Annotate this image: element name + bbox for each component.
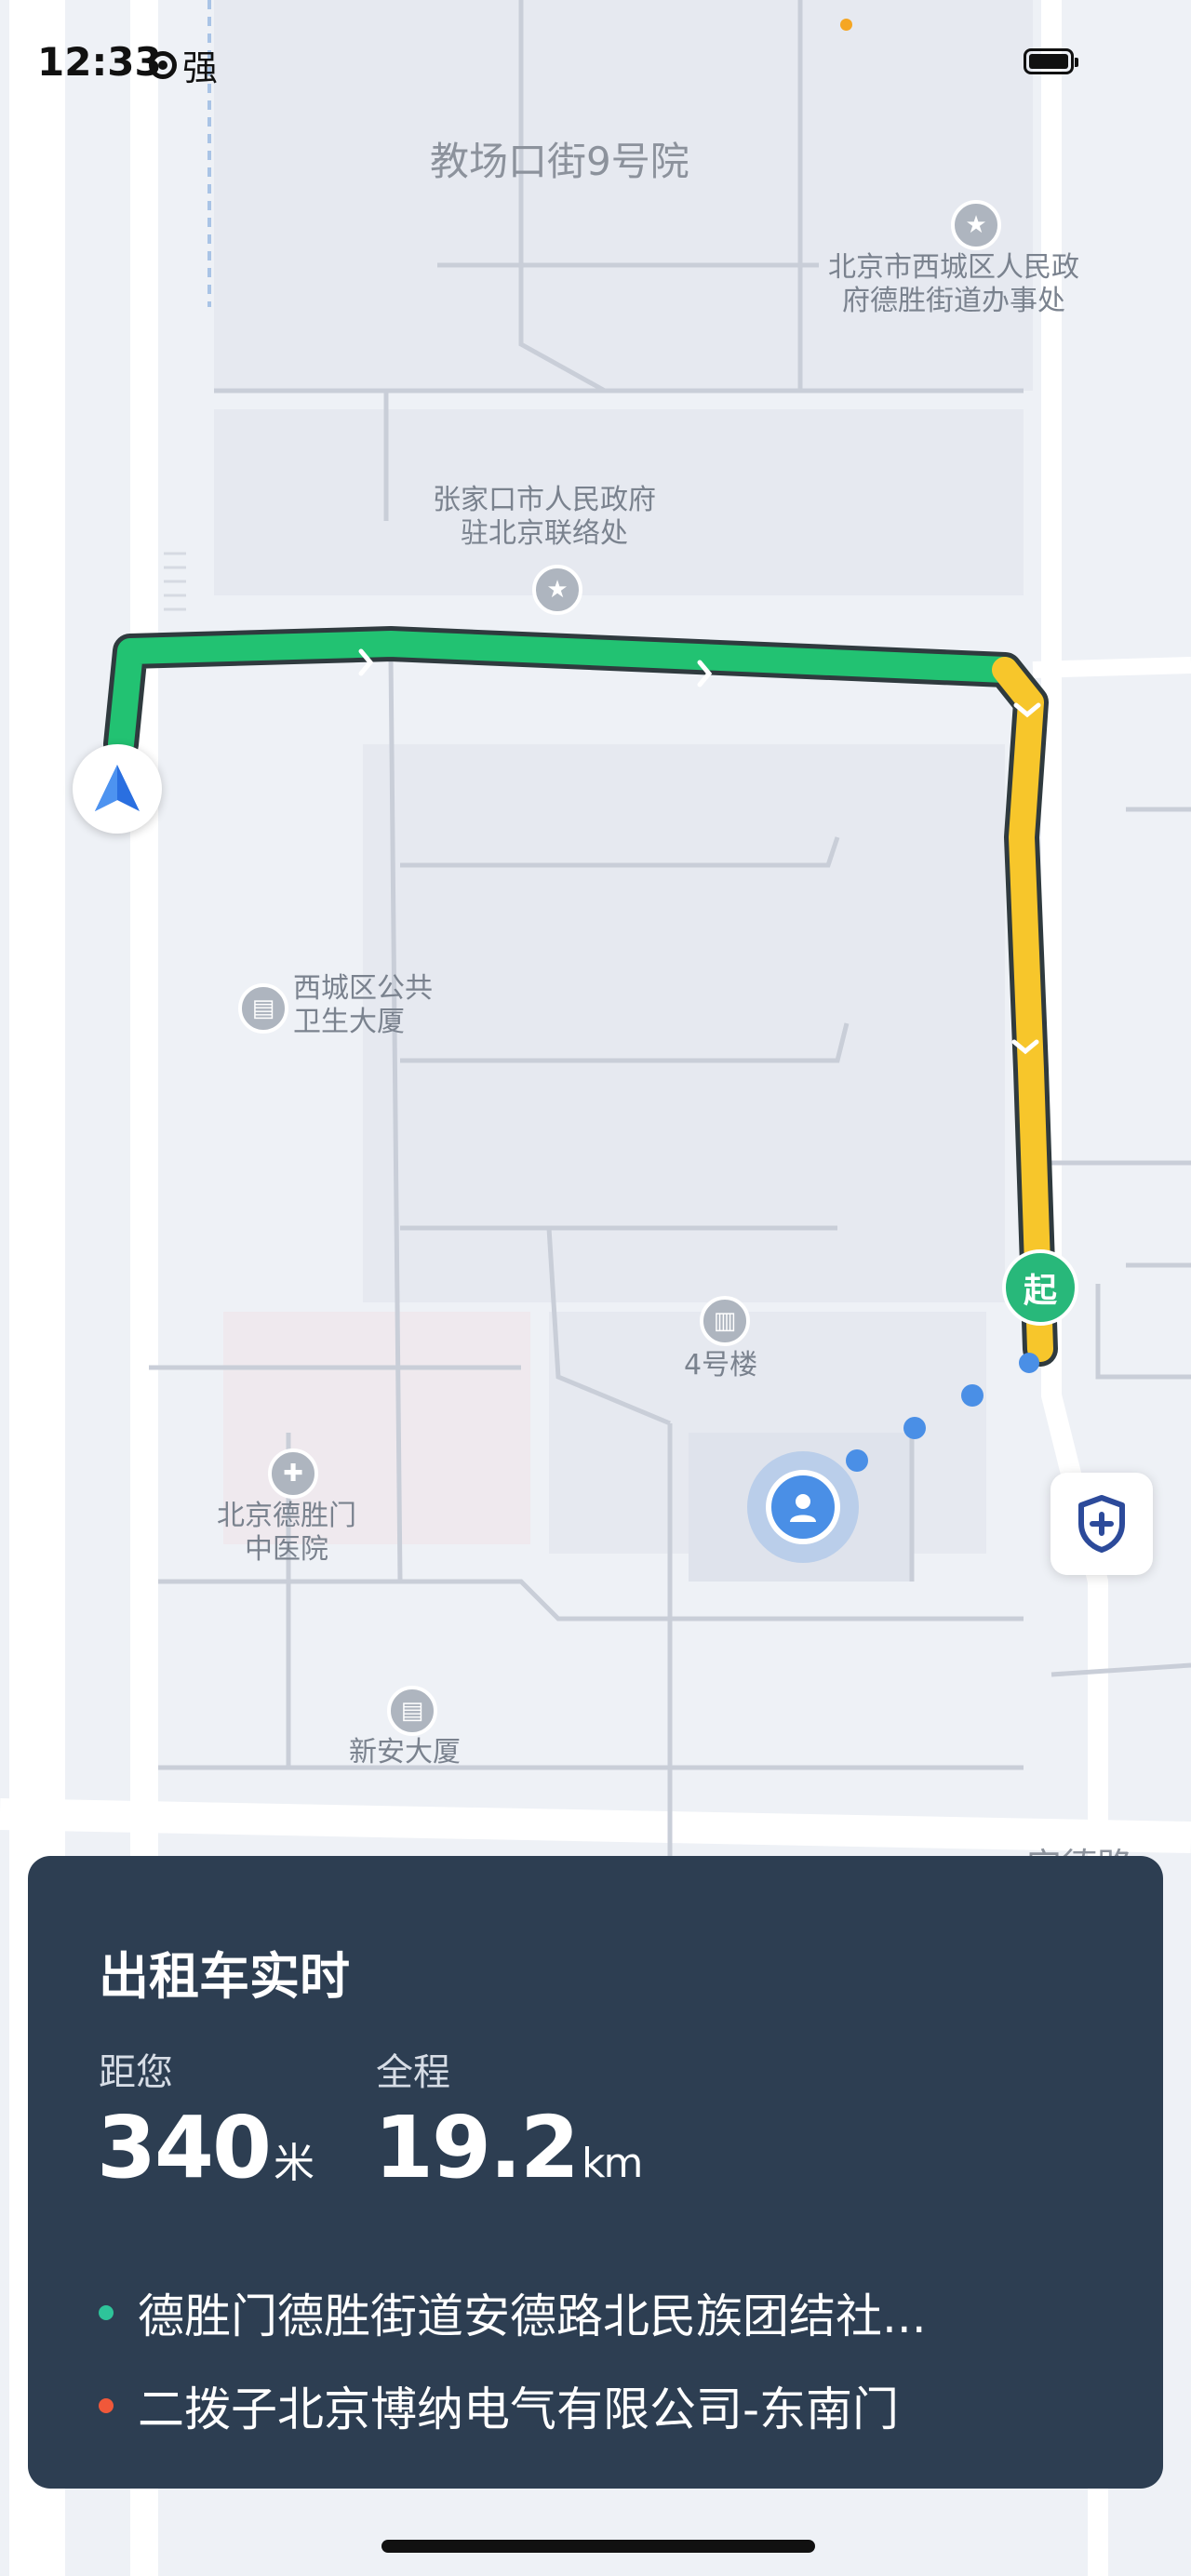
destination-text: 二拨子北京博纳电气有限公司-东南门	[138, 2382, 900, 2436]
user-icon	[790, 1494, 816, 1522]
user-location-marker[interactable]	[747, 1451, 859, 1563]
poi-label-zhangjiakou-office[interactable]: 张家口市人民政府 驻北京联络处	[433, 484, 656, 551]
star-icon[interactable]: ★	[532, 565, 582, 615]
origin-dot-icon	[99, 2305, 114, 2320]
destination-address: 二拨子北京博纳电气有限公司-东南门	[99, 2372, 899, 2439]
hospital-icon[interactable]: ✚	[268, 1448, 318, 1499]
poi-label-jiaochangkou[interactable]: 教场口街9号院	[430, 130, 689, 187]
navigation-arrow-icon	[95, 765, 140, 811]
origin-text: 德胜门德胜街道安德路北民族团结社...	[138, 2289, 927, 2343]
total-number: 19.2	[374, 2098, 580, 2197]
clock: 12:33	[37, 39, 162, 85]
signal-icon	[149, 50, 177, 79]
shield-icon	[1078, 1495, 1125, 1553]
office-building-icon[interactable]: ▤	[238, 983, 288, 1034]
destination-dot-icon	[99, 2398, 114, 2413]
distance-number: 340	[97, 2098, 272, 2197]
distance-value: 340米	[97, 2098, 314, 2197]
safety-shield-button[interactable]	[1050, 1473, 1153, 1575]
home-indicator[interactable]	[381, 2540, 815, 2553]
signal-indicator: 强	[149, 39, 218, 90]
poi-label-deshengmen-hospital[interactable]: 北京德胜门 中医院	[217, 1500, 356, 1567]
office-building-icon[interactable]: ▤	[387, 1686, 437, 1736]
status-bar: 12:33 强	[0, 0, 1191, 121]
vehicle-location-marker[interactable]	[73, 744, 162, 834]
total-unit: km	[582, 2140, 643, 2187]
origin-address: 德胜门德胜街道安德路北民族团结社...	[99, 2279, 927, 2346]
start-marker[interactable]: 起	[1002, 1249, 1078, 1326]
screen: 12:33 强 教场口街9号院 ★ 北京市西城区人民政 府德胜街道办事处 张家口…	[0, 0, 1191, 2576]
distance-unit: 米	[274, 2140, 314, 2187]
poi-label-building-4[interactable]: 4号楼	[684, 1349, 757, 1382]
poi-label-xicheng-gov[interactable]: 北京市西城区人民政 府德胜街道办事处	[828, 251, 1079, 318]
panel-title: 出租车实时	[99, 1947, 350, 2006]
privacy-indicator-icon	[840, 19, 852, 31]
building-icon[interactable]: ▥	[700, 1296, 750, 1346]
star-icon[interactable]: ★	[951, 200, 1001, 250]
battery-icon	[1024, 48, 1078, 74]
distance-label: 距您	[99, 2051, 173, 2094]
signal-label: 强	[182, 47, 219, 88]
total-value: 19.2km	[374, 2098, 643, 2197]
total-label: 全程	[376, 2051, 450, 2094]
poi-label-xinan-building[interactable]: 新安大厦	[349, 1736, 461, 1769]
taxi-realtime-panel[interactable]: 出租车实时 距您 340米 全程 19.2km 德胜门德胜街道安德路北民族团结社…	[28, 1856, 1163, 2489]
poi-label-health-building[interactable]: 西城区公共 卫生大厦	[293, 972, 433, 1039]
